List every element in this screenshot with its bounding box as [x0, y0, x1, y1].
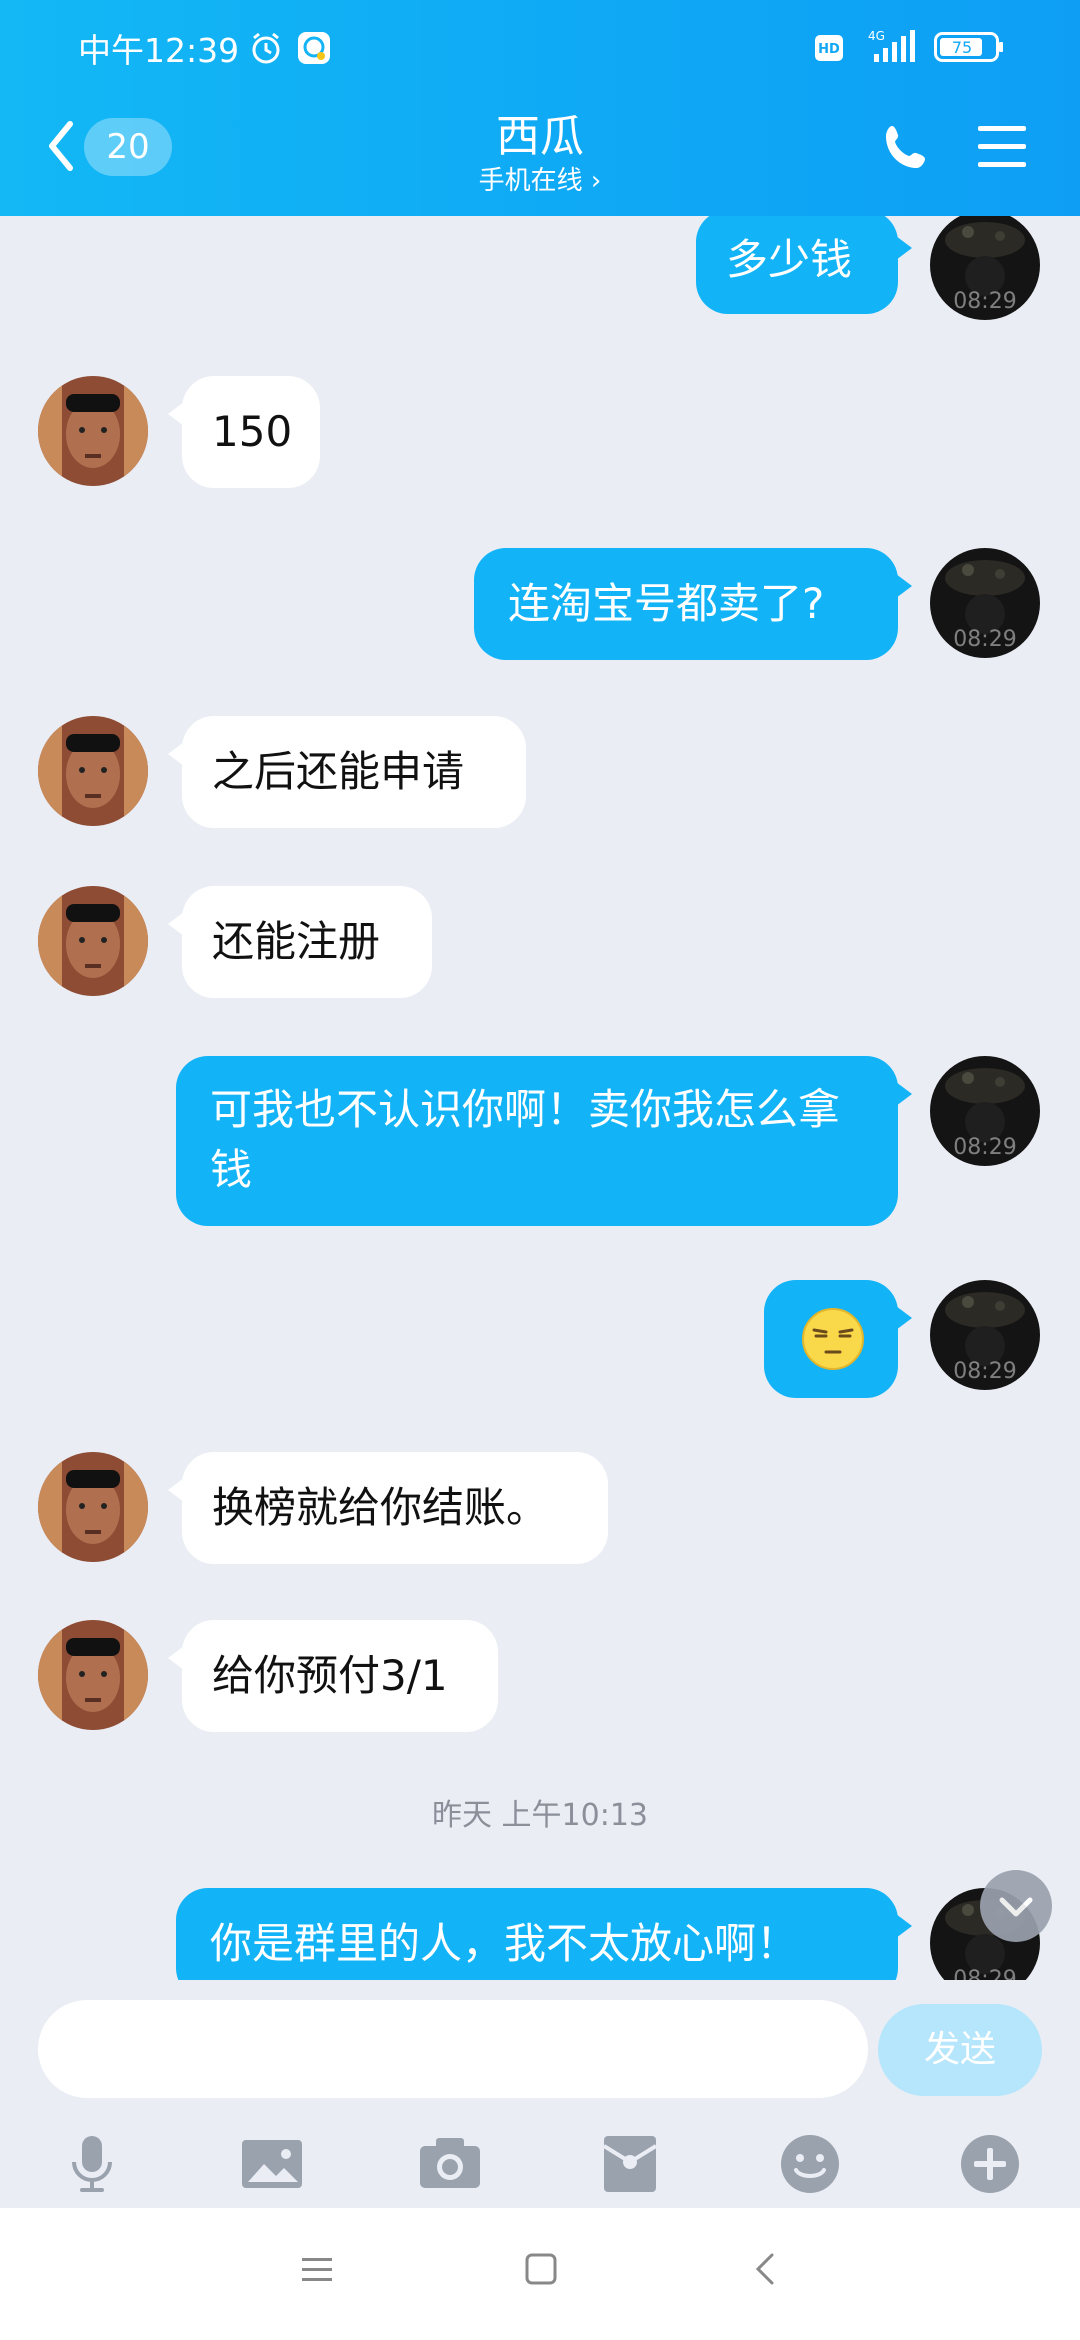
message-row-outgoing: 连淘宝号都卖了? 08:29: [0, 548, 1080, 668]
avatar-overlay-time: 08:29: [953, 289, 1017, 314]
avatar-overlay-time: 08:29: [953, 1967, 1017, 1980]
avatar-overlay-time: 08:29: [953, 1359, 1017, 1384]
contact-avatar[interactable]: [38, 716, 148, 826]
qq-notification-icon: [296, 30, 332, 70]
message-bubble[interactable]: [764, 1280, 912, 1398]
message-row-outgoing: 可我也不认识你啊！卖你我怎么拿钱 08:29: [0, 1056, 1080, 1232]
microphone-icon[interactable]: [60, 2132, 124, 2196]
smirk-emoji-icon: [802, 1308, 864, 1370]
send-button[interactable]: 发送: [878, 2004, 1042, 2096]
alarm-icon: [248, 30, 284, 70]
message-bubble[interactable]: 给你预付3/1: [168, 1620, 498, 1732]
avatar-overlay-time: 08:29: [953, 1135, 1017, 1160]
message-bubble[interactable]: 可我也不认识你啊！卖你我怎么拿钱: [176, 1056, 912, 1226]
status-bar: 中午12:39 HD 4G 75: [0, 0, 1080, 96]
hd-label: HD: [818, 42, 840, 57]
home-icon[interactable]: [524, 2252, 558, 2290]
message-row-outgoing: 你是群里的人，我不太放心啊！ 08:29: [0, 1888, 1080, 1980]
recents-menu-icon[interactable]: [300, 2252, 334, 2290]
phone-call-button[interactable]: [878, 120, 934, 176]
battery-icon: 75: [934, 32, 1004, 66]
plus-icon[interactable]: [958, 2132, 1022, 2196]
phone-icon: [886, 126, 925, 168]
my-avatar[interactable]: 08:29: [930, 216, 1040, 320]
message-bubble[interactable]: 换榜就给你结账。: [168, 1452, 608, 1564]
emoji-icon[interactable]: [778, 2132, 842, 2196]
message-row-incoming: 换榜就给你结账。: [0, 1452, 1080, 1572]
chat-header: 中午12:39 HD 4G 75 20 西瓜 手机在线 ›: [0, 0, 1080, 216]
message-row-incoming: 之后还能申请: [0, 716, 1080, 836]
message-list[interactable]: 多少钱 08:29 150 连淘宝号都卖了? 08:29 之后还能申请 还能注册: [0, 216, 1080, 1980]
red-packet-icon[interactable]: [598, 2132, 662, 2196]
message-row-outgoing: 多少钱 08:29: [0, 216, 1080, 328]
signal-icon: 4G: [858, 28, 922, 68]
my-avatar[interactable]: 08:29: [930, 1280, 1040, 1390]
status-time: 中午12:39: [78, 31, 240, 70]
hamburger-icon: [978, 126, 1026, 167]
my-avatar[interactable]: 08:29: [930, 1056, 1040, 1166]
input-toolbar: [0, 2110, 1080, 2208]
message-row-incoming: 150: [0, 376, 1080, 496]
message-bubble[interactable]: 还能注册: [168, 886, 432, 998]
message-row-incoming: 给你预付3/1: [0, 1620, 1080, 1740]
chevron-down-icon: [999, 1897, 1033, 1917]
menu-button[interactable]: [976, 122, 1028, 172]
message-bubble[interactable]: 150: [168, 376, 320, 488]
timestamp-divider: 昨天 上午10:13: [432, 1798, 648, 1833]
network-label: 4G: [868, 29, 885, 43]
my-avatar[interactable]: 08:29: [930, 548, 1040, 658]
scroll-to-bottom-button[interactable]: [980, 1870, 1052, 1942]
message-row-incoming: 还能注册: [0, 886, 1080, 1006]
image-icon[interactable]: [240, 2132, 304, 2196]
contact-avatar[interactable]: [38, 886, 148, 996]
message-bubble[interactable]: 你是群里的人，我不太放心啊！: [176, 1888, 912, 1980]
battery-level: 75: [952, 38, 972, 57]
message-row-outgoing: 08:29: [0, 1280, 1080, 1404]
message-bubble[interactable]: 连淘宝号都卖了?: [474, 548, 912, 660]
hd-icon: HD: [814, 34, 844, 66]
contact-avatar[interactable]: [38, 376, 148, 486]
contact-avatar[interactable]: [38, 1620, 148, 1730]
message-bubble[interactable]: 多少钱: [696, 216, 912, 314]
back-nav-icon[interactable]: [752, 2252, 782, 2290]
message-bubble[interactable]: 之后还能申请: [168, 716, 526, 828]
composer: 发送: [0, 1980, 1080, 2208]
system-navigation-bar: [0, 2208, 1080, 2340]
camera-icon[interactable]: [418, 2132, 482, 2196]
contact-avatar[interactable]: [38, 1452, 148, 1562]
avatar-overlay-time: 08:29: [953, 627, 1017, 652]
message-input[interactable]: [38, 2000, 868, 2098]
